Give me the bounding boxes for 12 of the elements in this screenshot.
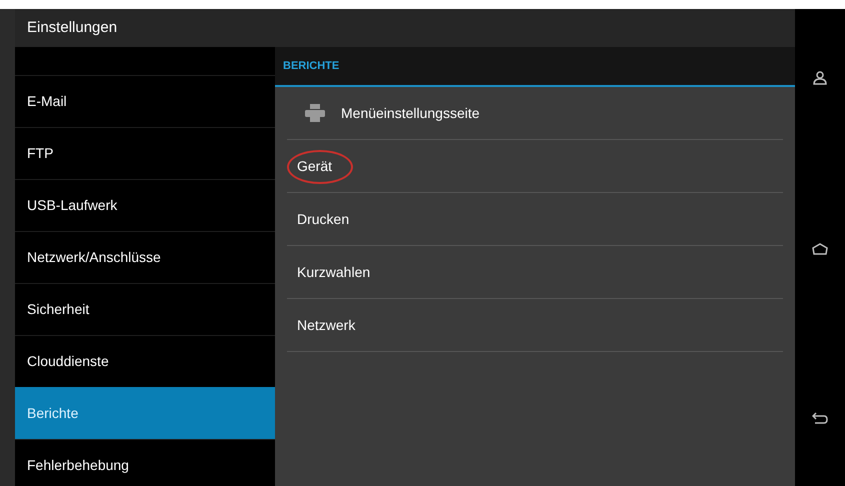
- menu-item[interactable]: Drucken: [287, 193, 783, 246]
- person-icon[interactable]: [813, 71, 827, 85]
- menu-item[interactable]: Menüeinstellungsseite: [287, 87, 783, 140]
- menu-item[interactable]: Gerät: [287, 140, 783, 193]
- menu-item[interactable]: Netzwerk: [287, 299, 783, 352]
- printer-icon: [305, 104, 325, 122]
- window-title: Einstellungen: [27, 18, 118, 38]
- sidebar-item[interactable]: Berichte: [15, 387, 275, 439]
- menu-item[interactable]: Kurzwahlen: [287, 246, 783, 299]
- section-heading: BERICHTE: [283, 58, 340, 74]
- home-icon[interactable]: [812, 242, 828, 254]
- back-icon[interactable]: [812, 412, 828, 424]
